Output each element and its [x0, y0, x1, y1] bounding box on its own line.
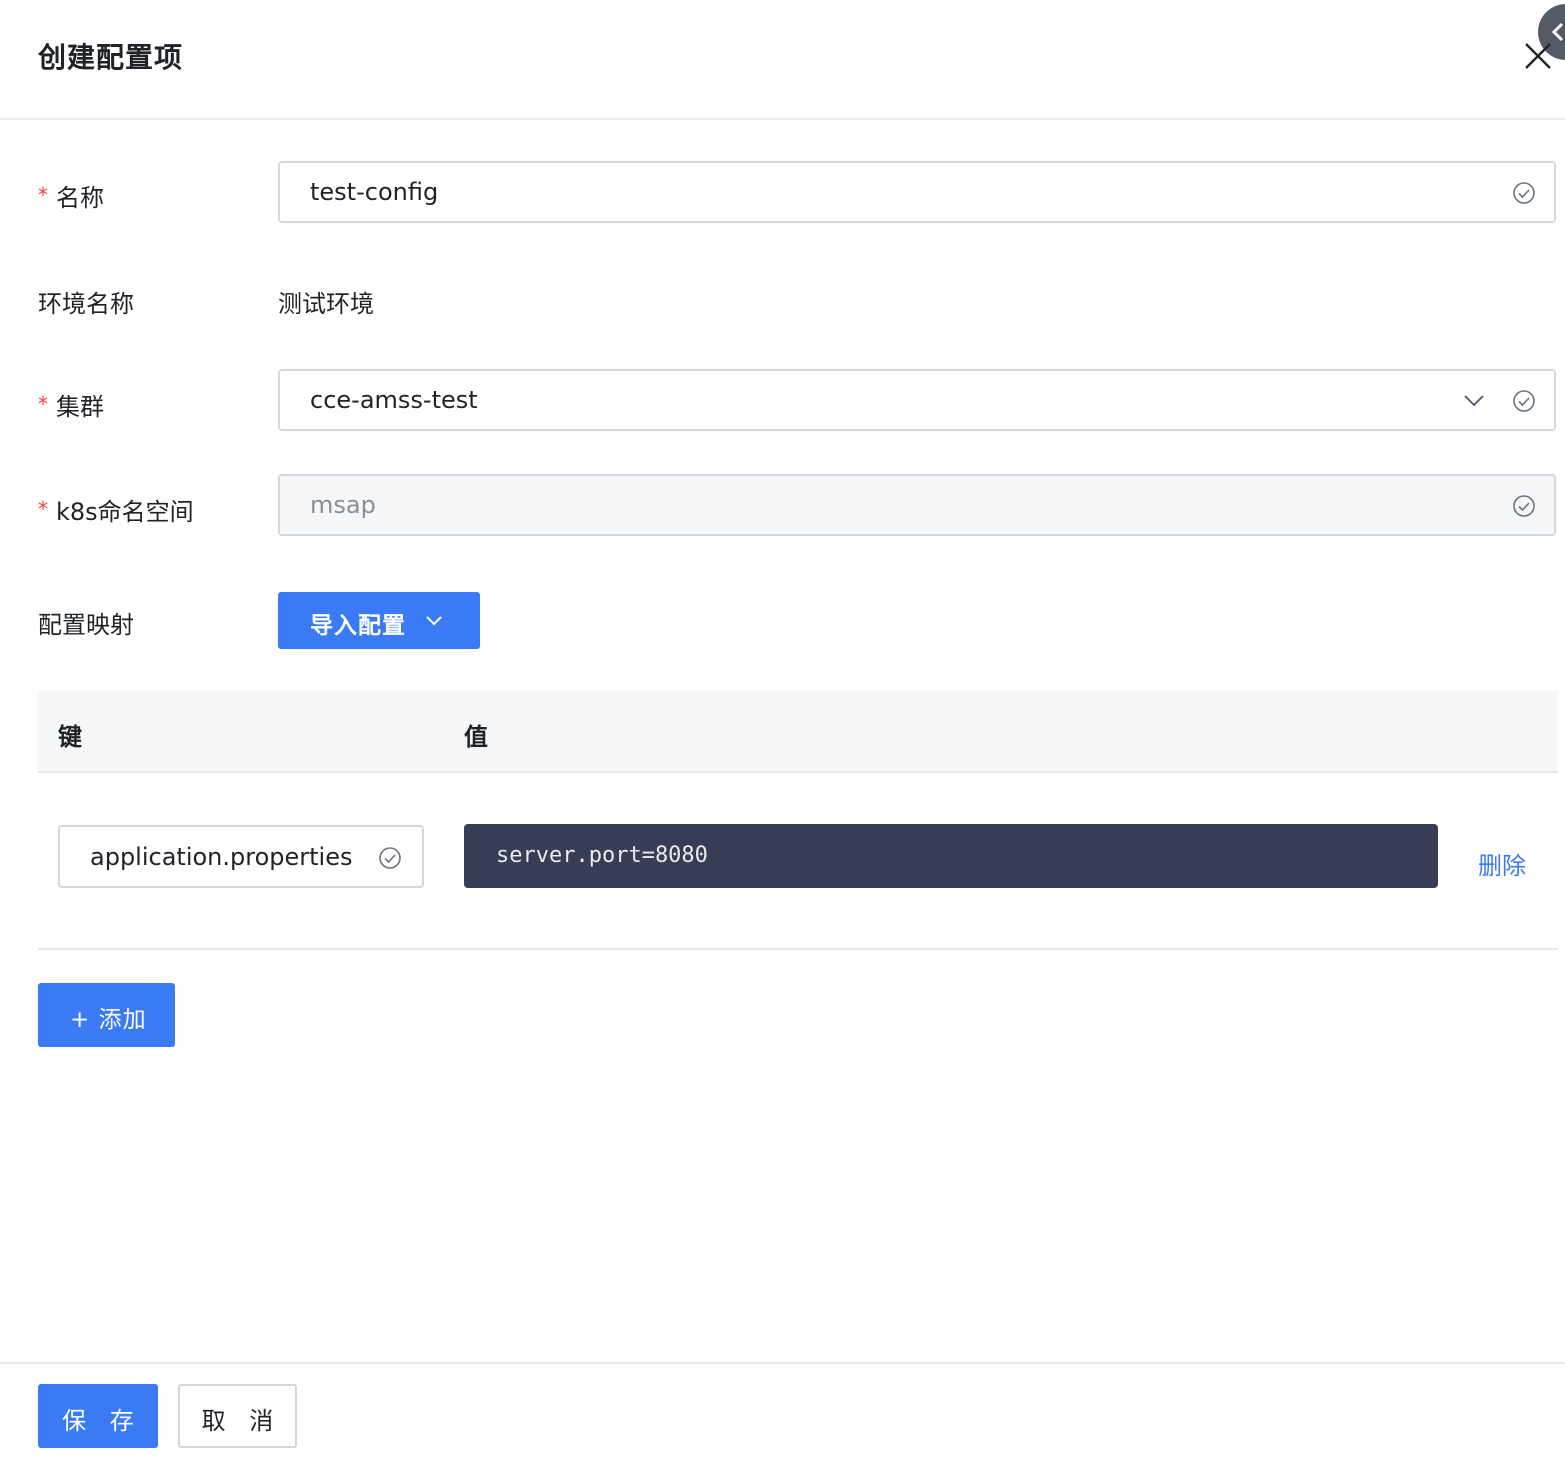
env-value: 测试环境: [278, 290, 374, 318]
row-divider: [38, 948, 1558, 950]
name-label: * 名称: [38, 183, 104, 212]
dialog-header: 创建配置项: [0, 0, 1565, 120]
name-input[interactable]: test-config: [278, 161, 1556, 223]
check-circle-icon: [1513, 182, 1535, 204]
save-button[interactable]: 保 存: [38, 1384, 158, 1448]
chevron-down-icon: [1464, 395, 1484, 407]
name-input-value: test-config: [310, 178, 439, 206]
cancel-button[interactable]: 取 消: [178, 1384, 297, 1448]
save-label: 保 存: [62, 1407, 142, 1435]
column-header-value: 值: [464, 723, 488, 751]
close-icon: [1525, 43, 1551, 69]
check-circle-icon: [1513, 495, 1535, 517]
key-input[interactable]: application.properties: [58, 825, 424, 888]
table-header: 键 值: [38, 691, 1558, 773]
namespace-input-value: msap: [310, 491, 376, 519]
key-input-value: application.properties: [90, 843, 353, 871]
namespace-input: msap: [278, 474, 1556, 536]
chevron-down-icon: [426, 616, 442, 626]
add-row-button[interactable]: + 添加: [38, 983, 175, 1047]
required-mark: *: [38, 497, 48, 521]
check-circle-icon: [379, 847, 401, 869]
namespace-label: * k8s命名空间: [38, 497, 194, 526]
cancel-label: 取 消: [201, 1407, 282, 1435]
cluster-select-value: cce-amss-test: [310, 386, 478, 414]
config-map-label: 配置映射: [38, 611, 134, 639]
required-mark: *: [38, 183, 48, 207]
env-label: 环境名称: [38, 290, 134, 318]
cluster-select[interactable]: cce-amss-test: [278, 369, 1556, 431]
column-header-key: 键: [58, 723, 82, 751]
cluster-label: * 集群: [38, 392, 104, 421]
dialog-title: 创建配置项: [38, 41, 184, 74]
import-config-label: 导入配置: [310, 613, 406, 639]
value-editor[interactable]: server.port=8080: [464, 824, 1438, 888]
import-config-button[interactable]: 导入配置: [278, 592, 480, 649]
check-circle-icon: [1513, 390, 1535, 412]
close-button[interactable]: [1518, 36, 1558, 76]
delete-row-link[interactable]: 删除: [1478, 846, 1526, 881]
add-row-label: + 添加: [70, 1007, 147, 1033]
required-mark: *: [38, 392, 48, 416]
value-editor-content: server.port=8080: [496, 843, 708, 868]
